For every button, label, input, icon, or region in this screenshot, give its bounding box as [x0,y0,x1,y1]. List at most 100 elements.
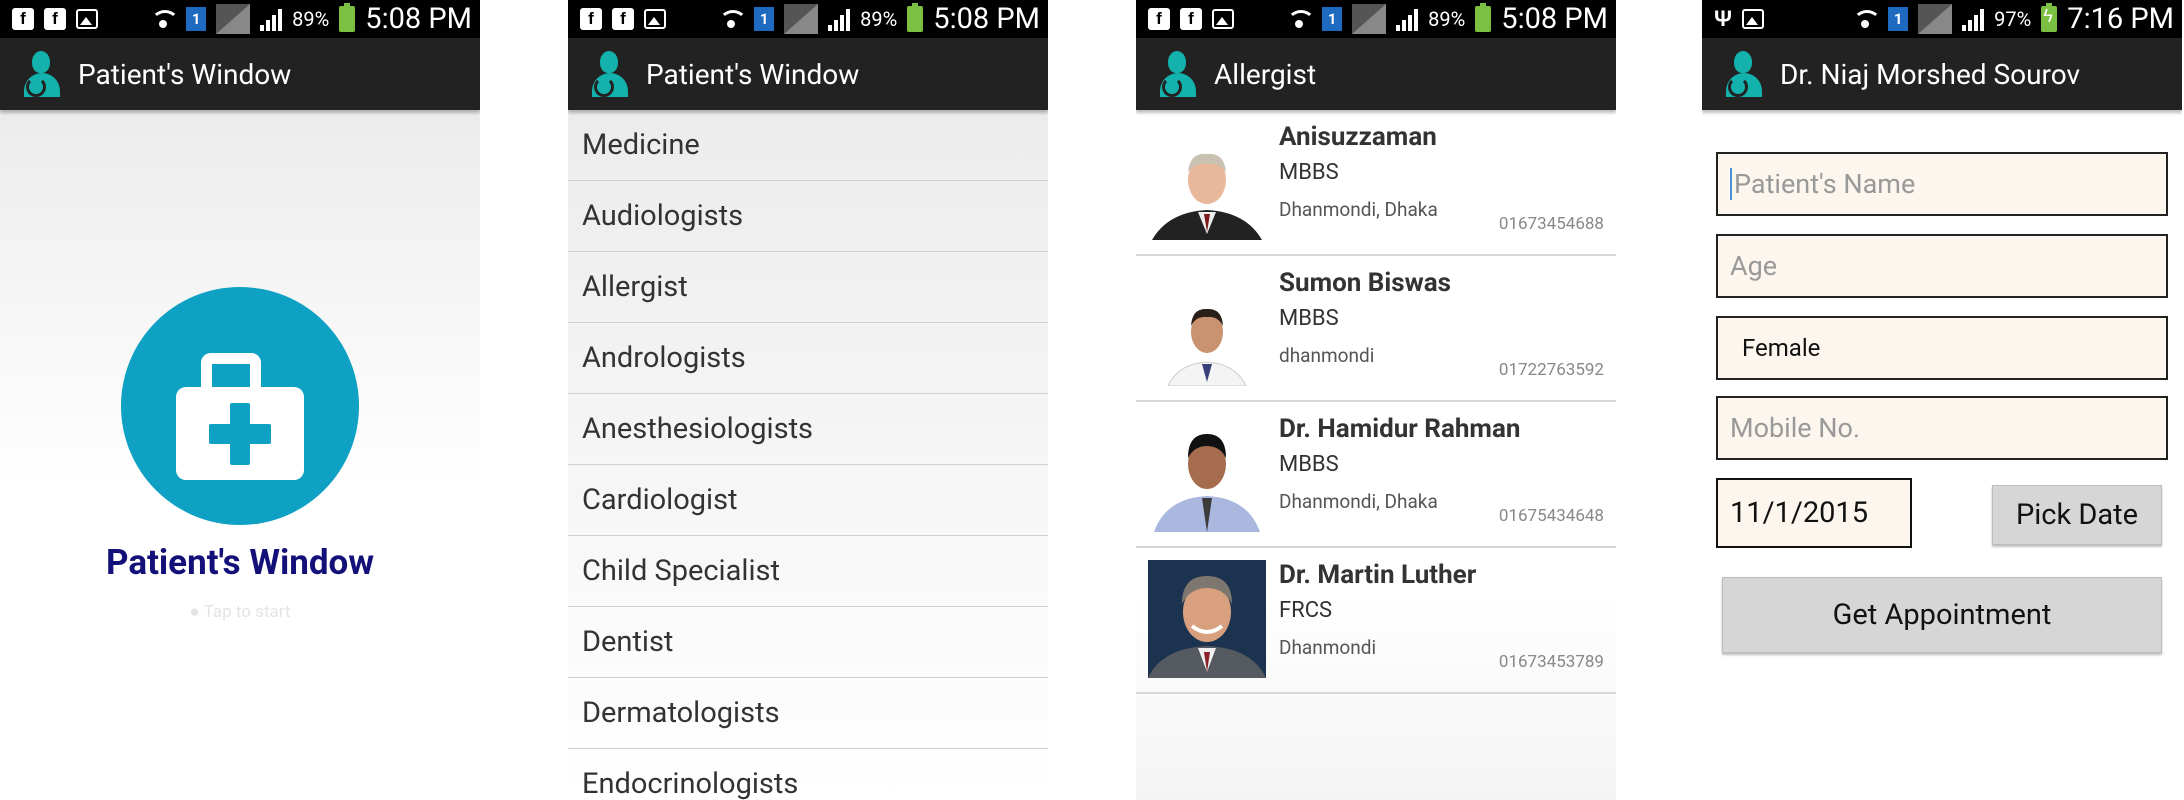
list-item-medicine[interactable]: Medicine [568,110,1048,181]
tap-to-start-hint[interactable]: ● Tap to start [0,602,480,622]
status-bar: f f 1 89% 5:08 PM [1136,0,1616,38]
doctor-app-icon [590,51,630,97]
doctor-app-icon [1158,51,1198,97]
list-item-dermatologists[interactable]: Dermatologists [568,678,1048,749]
gender-field[interactable]: Female [1716,316,2168,380]
signal-icon [828,7,851,31]
no-signal-icon [1352,4,1387,34]
doctor-name: Dr. Martin Luther [1279,560,1477,590]
clock: 5:08 PM [1501,2,1608,36]
list-item-andrologists[interactable]: Andrologists [568,323,1048,394]
appointment-screen: Ψ 1 97% 7:16 PM Dr. Niaj Morshed Sourov … [1702,0,2182,800]
doctor-photo [1148,122,1266,240]
doctor-app-icon [22,51,62,97]
doctor-name: Dr. Hamidur Rahman [1279,414,1521,444]
doctor-area: dhanmondi [1279,344,1375,367]
splash-screen: f f 1 89% 5:08 PM Patient's Window Patie… [0,0,480,800]
status-bar: f f 1 89% 5:08 PM [568,0,1048,38]
pick-date-button[interactable]: Pick Date [1992,485,2162,545]
facebook-notification-icon: f [1148,8,1170,30]
facebook-notification-icon: f [580,8,602,30]
list-item-audiologists[interactable]: Audiologists [568,181,1048,252]
doctor-phone: 01722763592 [1498,360,1604,380]
battery-charging-icon [2041,3,2058,32]
doctor-name: Anisuzzaman [1279,122,1437,152]
doctor-list-screen: f f 1 89% 5:08 PM Allergist Anisuzzaman … [1136,0,1616,800]
action-bar: Dr. Niaj Morshed Sourov [1702,38,2182,110]
sim-icon: 1 [186,7,207,31]
no-signal-icon [216,4,251,34]
clock: 5:08 PM [365,2,472,36]
doctor-degree: FRCS [1279,598,1333,623]
doctor-area: Dhanmondi [1279,636,1377,659]
doctor-photo [1148,268,1266,386]
doctor-degree: MBBS [1279,452,1339,477]
doctor-area: Dhanmondi, Dhaka [1279,198,1438,221]
facebook-notification-icon: f [44,8,66,30]
splash-content[interactable]: Patient's Window ● Tap to start [0,110,480,800]
battery-percent: 89% [860,7,898,31]
doctor-row[interactable]: Anisuzzaman MBBS Dhanmondi, Dhaka 016734… [1136,110,1616,256]
doctor-name: Sumon Biswas [1279,268,1451,298]
category-list: Medicine Audiologists Allergist Androlog… [568,110,1048,800]
doctor-row[interactable]: Dr. Martin Luther FRCS Dhanmondi 0167345… [1136,548,1616,694]
signal-icon [1962,7,1985,31]
category-screen: f f 1 89% 5:08 PM Patient's Window Medic… [568,0,1048,800]
battery-percent: 89% [1428,7,1466,31]
signal-icon [1396,7,1419,31]
list-item-dentist[interactable]: Dentist [568,607,1048,678]
battery-icon [907,3,924,32]
facebook-notification-icon: f [12,8,34,30]
doctor-degree: MBBS [1279,306,1339,331]
gallery-notification-icon [1742,9,1764,29]
gallery-notification-icon [76,9,98,29]
medical-kit-icon[interactable] [121,287,359,525]
facebook-notification-icon: f [612,8,634,30]
mobile-input[interactable]: Mobile No. [1716,396,2168,460]
gallery-notification-icon [644,9,666,29]
date-input[interactable]: 11/1/2015 [1716,478,1912,548]
sim-icon: 1 [1322,7,1343,31]
list-item-endocrinologists[interactable]: Endocrinologists [568,749,1048,800]
action-bar-title: Dr. Niaj Morshed Sourov [1780,57,2081,91]
sim-icon: 1 [1888,7,1909,31]
facebook-notification-icon: f [1180,8,1202,30]
doctor-degree: MBBS [1279,160,1339,185]
doctor-row[interactable]: Dr. Hamidur Rahman MBBS Dhanmondi, Dhaka… [1136,402,1616,548]
action-bar-title: Patient's Window [646,57,860,91]
action-bar: Allergist [1136,38,1616,110]
action-bar: Patient's Window [0,38,480,110]
doctor-area: Dhanmondi, Dhaka [1279,490,1438,513]
doctor-phone: 01675434648 [1498,506,1604,526]
status-bar: f f 1 89% 5:08 PM [0,0,480,38]
wifi-icon [150,8,180,30]
splash-title: Patient's Window [105,542,375,583]
list-item-cardiologist[interactable]: Cardiologist [568,465,1048,536]
doctor-phone: 01673453789 [1498,652,1604,672]
action-bar-title: Patient's Window [78,57,292,91]
doctor-row[interactable]: Sumon Biswas MBBS dhanmondi 01722763592 [1136,256,1616,402]
wifi-icon [1852,8,1882,30]
list-item-child-specialist[interactable]: Child Specialist [568,536,1048,607]
doctor-phone: 01673454688 [1498,214,1604,234]
sim-icon: 1 [754,7,775,31]
list-item-anesthesiologists[interactable]: Anesthesiologists [568,394,1048,465]
list-item-allergist[interactable]: Allergist [568,252,1048,323]
battery-icon [339,3,356,32]
patient-name-input[interactable]: Patient's Name [1716,152,2168,216]
clock: 5:08 PM [933,2,1040,36]
battery-percent: 89% [292,7,330,31]
wifi-icon [1286,8,1316,30]
appointment-form: Patient's Name Age Female Mobile No. 11/… [1702,110,2182,800]
battery-percent: 97% [1994,7,2032,31]
no-signal-icon [1918,4,1953,34]
action-bar: Patient's Window [568,38,1048,110]
no-signal-icon [784,4,819,34]
doctor-list: Anisuzzaman MBBS Dhanmondi, Dhaka 016734… [1136,110,1616,800]
doctor-app-icon [1724,51,1764,97]
status-bar: Ψ 1 97% 7:16 PM [1702,0,2182,38]
get-appointment-button[interactable]: Get Appointment [1722,577,2162,653]
gallery-notification-icon [1212,9,1234,29]
battery-icon [1475,3,1492,32]
age-input[interactable]: Age [1716,234,2168,298]
